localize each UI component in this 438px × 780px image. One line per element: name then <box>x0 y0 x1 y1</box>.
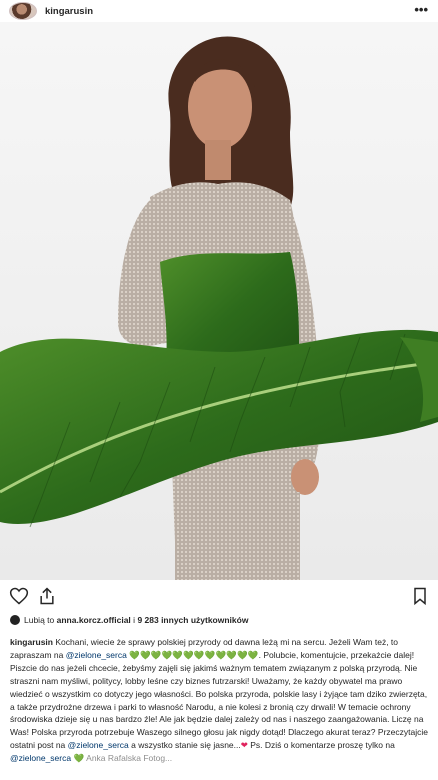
likes-prefix: Lubią to <box>24 615 55 625</box>
photo-illustration <box>0 22 438 580</box>
heart-icon[interactable] <box>9 586 29 606</box>
likes-line: Lubią to anna.korcz.official i 9 283 inn… <box>10 613 430 627</box>
caption-text-2: . Polubcie, komentujcie, przekażcie dale… <box>10 649 428 751</box>
action-bar <box>0 582 438 610</box>
green-hearts-emoji: 💚💚💚💚💚💚💚💚💚💚💚💚 <box>129 649 259 660</box>
bookmark-icon[interactable] <box>410 586 430 606</box>
caption-text-3: a wszystko stanie się jasne... <box>131 740 241 751</box>
more-horizontal-icon[interactable]: ••• <box>414 2 428 18</box>
caption-cut-line: Anka Rafalska Fotog... <box>86 753 173 764</box>
mention-zielone-serca-3[interactable]: @zielone_serca <box>10 753 71 763</box>
likes-count[interactable]: 9 283 innych użytkowników <box>137 615 248 625</box>
caption-text-4: Ps. Dziś o komentarze proszę tylko na <box>250 740 395 751</box>
mention-zielone-serca[interactable]: @zielone_serca <box>66 650 127 660</box>
post-photo[interactable] <box>0 22 438 580</box>
liker-username[interactable]: anna.korcz.official <box>57 615 131 625</box>
post-header: kingarusin ••• <box>0 0 438 22</box>
red-heart-icon: ❤ <box>240 740 248 751</box>
header-username[interactable]: kingarusin <box>45 6 93 17</box>
share-icon[interactable] <box>37 586 57 606</box>
caption-username[interactable]: kingarusin <box>10 637 53 647</box>
green-heart-emoji: 💚 <box>73 753 85 764</box>
avatar[interactable] <box>9 2 37 20</box>
mention-zielone-serca-2[interactable]: @zielone_serca <box>68 740 129 750</box>
post-caption: kingarusin Kochani, wiecie że sprawy pol… <box>10 636 430 765</box>
liker-avatar[interactable] <box>10 615 20 625</box>
